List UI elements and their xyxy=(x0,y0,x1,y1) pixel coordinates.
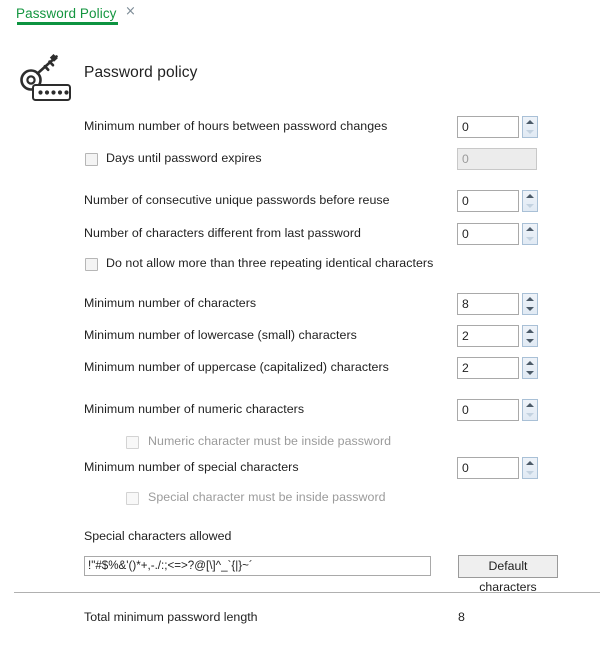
spinner-buttons xyxy=(522,116,538,138)
spinner-down-icon xyxy=(523,127,537,137)
row-label: Numeric character must be inside passwor… xyxy=(148,434,392,448)
spinner-buttons xyxy=(522,223,538,245)
tab-label: Password Policy xyxy=(16,5,117,21)
number-spinner: 0 xyxy=(457,223,538,245)
spinner-buttons xyxy=(522,457,538,479)
checkbox[interactable] xyxy=(85,153,98,166)
tab-active-indicator xyxy=(17,22,118,25)
row-label: Number of consecutive unique passwords b… xyxy=(84,193,390,207)
spinner-down-icon xyxy=(523,234,537,244)
spinner-up-icon[interactable] xyxy=(523,191,537,201)
spinner-input[interactable]: 8 xyxy=(457,293,519,315)
spinner-down-icon xyxy=(523,201,537,211)
spinner-up-icon[interactable] xyxy=(523,400,537,410)
form-row: Number of consecutive unique passwords b… xyxy=(0,190,614,214)
default-characters-button[interactable]: Default characters xyxy=(458,555,558,594)
spinner-up-icon[interactable] xyxy=(523,117,537,127)
footer-divider xyxy=(14,592,600,593)
spinner-buttons xyxy=(522,357,538,379)
special-characters-input[interactable]: !"#$%&'()*+,-./:;<=>?@[\]^_`{|}~´ xyxy=(84,556,431,576)
number-spinner: 2 xyxy=(457,357,538,379)
number-spinner: 0 xyxy=(457,190,538,212)
spinner-down-icon[interactable] xyxy=(523,368,537,378)
number-spinner: 8 xyxy=(457,293,538,315)
spinner-buttons xyxy=(522,293,538,315)
spinner-up-icon[interactable] xyxy=(523,358,537,368)
page-title: Password policy xyxy=(84,64,198,81)
row-label: Minimum number of lowercase (small) char… xyxy=(84,328,357,342)
number-spinner: 0 xyxy=(457,457,538,479)
special-characters-label: Special characters allowed xyxy=(84,529,232,543)
spinner-up-icon[interactable] xyxy=(523,326,537,336)
form-row: Minimum number of characters 8 xyxy=(0,293,614,317)
form-row: Minimum number of hours between password… xyxy=(0,116,614,140)
row-label: Special character must be inside passwor… xyxy=(148,490,386,504)
spinner-buttons xyxy=(522,325,538,347)
spinner-input[interactable]: 0 xyxy=(457,223,519,245)
number-spinner: 0 xyxy=(457,116,538,138)
spinner-input[interactable]: 2 xyxy=(457,325,519,347)
spinner-input[interactable]: 0 xyxy=(457,399,519,421)
spinner-input[interactable]: 0 xyxy=(457,457,519,479)
form-row: Days until password expires 0 xyxy=(0,148,614,172)
spinner-up-icon[interactable] xyxy=(523,294,537,304)
checkbox xyxy=(126,492,139,505)
spinner-down-icon xyxy=(523,410,537,420)
row-label: Minimum number of numeric characters xyxy=(84,402,305,416)
form-row: Number of characters different from last… xyxy=(0,223,614,247)
spinner-down-icon xyxy=(523,468,537,478)
spinner-input[interactable]: 0 xyxy=(457,190,519,212)
row-label: Minimum number of characters xyxy=(84,296,257,310)
close-icon[interactable]: × xyxy=(125,4,136,20)
row-label: Minimum number of uppercase (capitalized… xyxy=(84,360,389,374)
form-row: Minimum number of numeric characters 0 xyxy=(0,399,614,423)
number-spinner: 2 xyxy=(457,325,538,347)
total-length-label: Total minimum password length xyxy=(84,610,258,624)
spinner-down-icon[interactable] xyxy=(523,304,537,314)
row-label: Do not allow more than three repeating i… xyxy=(106,256,434,270)
row-label: Minimum number of hours between password… xyxy=(84,119,388,133)
total-length-value: 8 xyxy=(458,610,465,624)
form-row: Numeric character must be inside passwor… xyxy=(0,431,614,455)
spinner-buttons xyxy=(522,399,538,421)
tab-bar: Password Policy × xyxy=(0,0,614,27)
spinner-input[interactable]: 2 xyxy=(457,357,519,379)
page-header: Password policy xyxy=(0,48,614,106)
spinner-down-icon[interactable] xyxy=(523,336,537,346)
form-row: Special character must be inside passwor… xyxy=(0,487,614,511)
checkbox xyxy=(126,436,139,449)
spinner-up-icon[interactable] xyxy=(523,224,537,234)
row-label: Number of characters different from last… xyxy=(84,226,361,240)
form-row: Do not allow more than three repeating i… xyxy=(0,253,614,277)
form-row: Minimum number of lowercase (small) char… xyxy=(0,325,614,349)
spinner-up-icon[interactable] xyxy=(523,458,537,468)
form-row: Minimum number of uppercase (capitalized… xyxy=(0,357,614,381)
form-row: Minimum number of special characters 0 xyxy=(0,457,614,481)
row-label: Days until password expires xyxy=(106,151,262,165)
checkbox[interactable] xyxy=(85,258,98,271)
disabled-number-input: 0 xyxy=(457,148,537,170)
spinner-buttons xyxy=(522,190,538,212)
spinner-input[interactable]: 0 xyxy=(457,116,519,138)
password-key-icon xyxy=(16,52,80,104)
row-label: Minimum number of special characters xyxy=(84,460,299,474)
number-spinner: 0 xyxy=(457,399,538,421)
tab-password-policy[interactable]: Password Policy xyxy=(16,2,117,24)
